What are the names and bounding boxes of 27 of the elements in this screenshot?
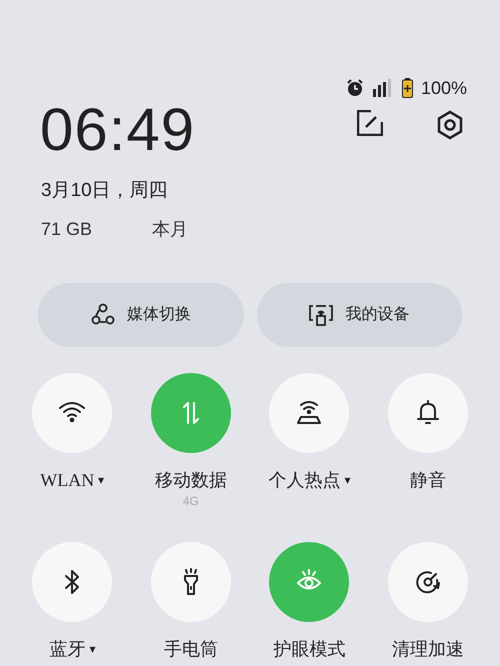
date-text: 3月10日，周四 xyxy=(40,179,169,203)
hotspot-icon xyxy=(295,398,324,426)
toggle-label: 手电筒 xyxy=(164,638,218,660)
toggle-label: 移动数据 xyxy=(154,468,227,492)
toggle-label: 清理加速 xyxy=(392,638,464,660)
edit-icon[interactable] xyxy=(357,110,383,136)
settings-icon[interactable] xyxy=(435,110,465,140)
shortcut-button[interactable]: 媒体切换 xyxy=(38,282,244,346)
data-usage: 71 GB xyxy=(41,218,94,240)
clock-time: 06:49 xyxy=(40,100,196,160)
shortcut-button[interactable]: 我的设备 xyxy=(256,282,462,346)
signal-icon xyxy=(372,79,394,97)
toggle-label: 静音 xyxy=(410,468,446,492)
toggle-label: 个人热点 xyxy=(268,468,340,492)
battery-percentage: 100% xyxy=(420,76,467,100)
device-icon xyxy=(309,302,334,326)
network-type: 4G xyxy=(182,494,199,508)
toggle-label: 蓝牙 xyxy=(49,638,86,660)
dropdown-caret[interactable]: ▾ xyxy=(98,468,104,492)
toggle-label: 护眼模式 xyxy=(273,638,346,660)
data-period: 本月 xyxy=(152,218,188,240)
battery-icon xyxy=(402,78,413,98)
dropdown-caret[interactable]: ▾ xyxy=(89,636,96,660)
dropdown-caret[interactable]: ▾ xyxy=(344,468,350,492)
toggle-label: WLAN xyxy=(40,468,94,492)
share-icon xyxy=(90,302,115,326)
alarm-icon xyxy=(346,79,364,97)
